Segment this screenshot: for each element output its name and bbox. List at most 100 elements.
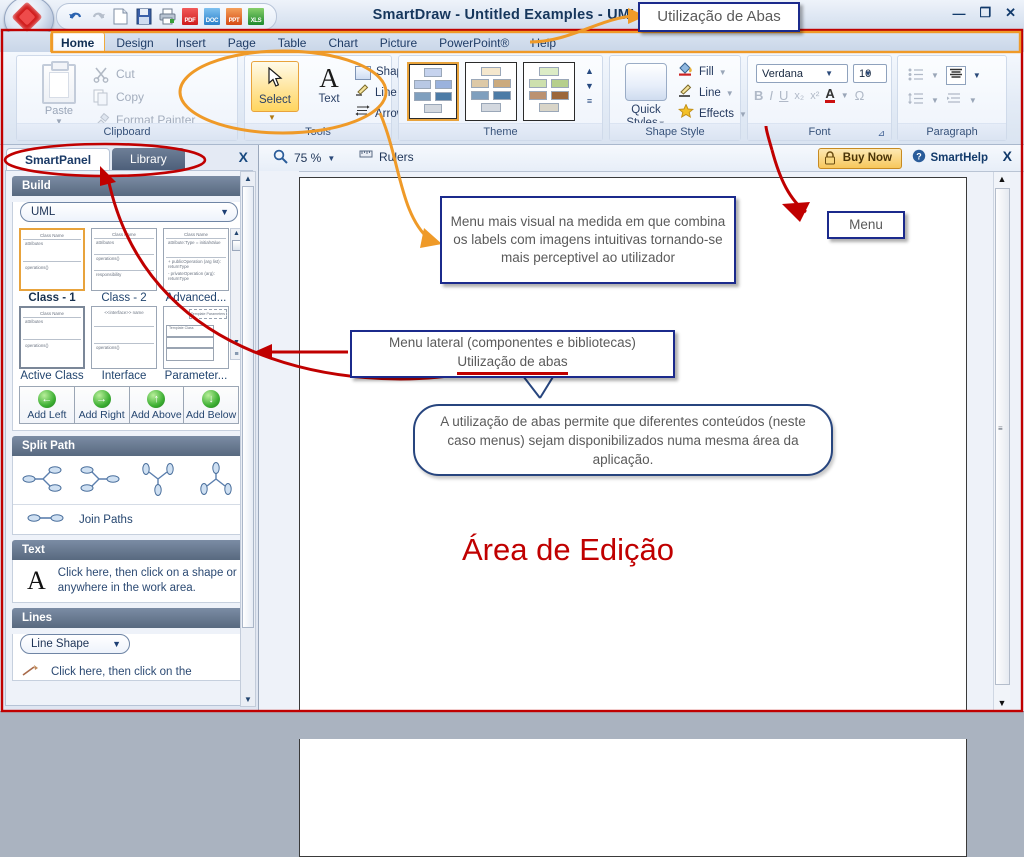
diagram-category-select[interactable]: UML ▼ <box>20 202 238 222</box>
split-path-icon-2[interactable] <box>79 462 121 499</box>
add-below-button[interactable]: ↓ Add Below <box>184 387 238 423</box>
fill-dropdown[interactable]: Fill ▼ <box>678 61 747 83</box>
smarthelp-label: SmartHelp <box>930 151 988 164</box>
bullet-list-icon[interactable] <box>908 68 924 84</box>
theme-more-icon[interactable]: ≡ <box>583 94 596 109</box>
shape-item-parameterized[interactable]: Template Parameters Template Class Param… <box>163 306 229 382</box>
export-pdf-icon[interactable]: PDF <box>182 8 198 25</box>
theme-scroll-up-icon[interactable]: ▲ <box>583 64 596 79</box>
thumb-line: attribute:Type = initialValue <box>166 239 226 258</box>
rulers-toggle[interactable]: Rulers <box>359 149 414 165</box>
tab-insert[interactable]: Insert <box>165 32 217 52</box>
minimize-button[interactable]: — <box>952 6 965 21</box>
subscript-button[interactable]: x₂ <box>794 90 804 102</box>
chevron-down-icon[interactable]: ▼ <box>931 71 939 80</box>
line-style-dropdown[interactable]: Line ▼ <box>678 83 747 104</box>
indent-icon[interactable] <box>946 92 962 108</box>
buy-now-button[interactable]: Buy Now <box>817 148 902 169</box>
font-dialog-launcher-icon[interactable]: ⊿ <box>877 128 885 139</box>
scroll-down-icon[interactable]: ▼ <box>994 696 1010 711</box>
superscript-button[interactable]: x² <box>810 90 819 102</box>
scroll-thumb[interactable] <box>995 188 1010 685</box>
line-spacing-icon[interactable] <box>908 92 924 108</box>
tab-picture[interactable]: Picture <box>369 32 428 52</box>
redo-icon[interactable] <box>90 8 107 25</box>
tab-design[interactable]: Design <box>105 32 164 52</box>
scroll-up-icon[interactable]: ▲ <box>241 172 255 185</box>
font-size-select[interactable]: 10 ▼ <box>853 64 887 83</box>
tab-home[interactable]: Home <box>50 32 106 52</box>
theme-swatch-blue[interactable] <box>407 62 459 121</box>
chevron-down-icon[interactable]: ▼ <box>973 71 981 80</box>
tab-powerpoint[interactable]: PowerPoint® <box>428 32 520 52</box>
scroll-up-icon[interactable]: ▲ <box>994 172 1010 187</box>
cut-button[interactable]: Cut <box>93 64 135 85</box>
align-icon[interactable] <box>945 66 966 85</box>
text-tool-button[interactable]: A Text <box>305 61 353 105</box>
print-icon[interactable] <box>159 8 176 25</box>
split-path-icon-3[interactable] <box>137 462 179 499</box>
undo-icon[interactable] <box>67 8 84 25</box>
save-icon[interactable] <box>136 8 153 25</box>
restore-button[interactable]: ❐ <box>979 5 991 21</box>
scroll-down-icon[interactable]: ▼ <box>241 693 255 706</box>
split-path-icon-4[interactable] <box>195 461 237 499</box>
export-xls-icon[interactable]: XLS <box>248 8 264 25</box>
zoom-control[interactable]: 75 % ▼ <box>273 149 335 167</box>
tab-smartpanel[interactable]: SmartPanel <box>6 148 111 171</box>
copy-button[interactable]: Copy <box>93 87 144 108</box>
font-family-select[interactable]: Verdana ▼ <box>756 64 848 83</box>
theme-swatch-green[interactable] <box>523 62 575 121</box>
select-tool-button[interactable]: Select <box>251 61 299 112</box>
quick-styles-button[interactable]: Quick Styles▼ <box>618 61 674 130</box>
line-tool-row[interactable]: Click here, then click on the <box>13 660 245 680</box>
text-tool-row[interactable]: A Click here, then click on a shape or a… <box>13 560 245 602</box>
chevron-down-icon[interactable]: ▼ <box>327 154 335 163</box>
ribbon-group-paragraph: ▼ ▼ ▼ ▼ Paragraph <box>897 55 1007 141</box>
shape-item-advanced[interactable]: Class Name attribute:Type = initialValue… <box>163 228 229 304</box>
new-document-icon[interactable] <box>113 8 130 25</box>
add-left-button[interactable]: ← Add Left <box>20 387 75 423</box>
font-family-value: Verdana <box>762 68 803 80</box>
tab-help[interactable]: Help <box>520 32 567 52</box>
thumb-line: operations() <box>25 343 49 348</box>
join-paths-button[interactable]: Join Paths <box>13 505 245 534</box>
tab-page[interactable]: Page <box>217 32 267 52</box>
symbol-button[interactable]: Ω <box>855 88 865 103</box>
select-chevron-down-icon[interactable]: ▼ <box>268 113 276 122</box>
add-above-button[interactable]: ↑ Add Above <box>129 387 185 423</box>
canvas-help-close-button[interactable]: X <box>1003 148 1012 164</box>
document-page[interactable] <box>299 177 967 857</box>
bold-button[interactable]: B <box>754 88 763 103</box>
shape-item-class-2[interactable]: Class Name attributes operations() respo… <box>91 228 157 304</box>
shape-item-interface[interactable]: <<interface>> name operations() Interfac… <box>91 306 157 382</box>
sidebar-close-button[interactable]: X <box>239 149 248 165</box>
effects-dropdown[interactable]: Effects ▼ <box>677 102 747 125</box>
sidebar-scrollbar[interactable]: ▲ ▼ <box>240 171 256 707</box>
chevron-down-icon[interactable]: ▼ <box>931 96 939 105</box>
add-right-button[interactable]: → Add Right <box>74 387 130 423</box>
theme-swatch-tan[interactable] <box>465 62 517 121</box>
tab-chart[interactable]: Chart <box>317 32 368 52</box>
close-button[interactable]: ✕ <box>1005 5 1016 21</box>
italic-button[interactable]: I <box>769 88 773 103</box>
chevron-down-icon[interactable]: ▼ <box>841 91 849 100</box>
font-color-button[interactable]: A <box>825 87 835 103</box>
canvas-vertical-scrollbar[interactable]: ▲ ≡ ▼ <box>993 172 1010 711</box>
shape-item-active-class[interactable]: Class Name attributes operations() Activ… <box>19 306 85 382</box>
tab-table[interactable]: Table <box>267 32 318 52</box>
shape-thumb: Template Parameters Template Class <box>163 306 229 369</box>
smarthelp-button[interactable]: ? SmartHelp <box>912 149 988 166</box>
underline-button[interactable]: U <box>779 88 788 103</box>
split-path-icon-1[interactable] <box>21 462 63 499</box>
export-doc-icon[interactable]: DOC <box>204 8 220 25</box>
export-ppt-icon[interactable]: PPT <box>226 8 242 25</box>
theme-scroll-buttons[interactable]: ▲ ▼ ≡ <box>583 64 596 109</box>
shape-item-class-1[interactable]: Class Name attributes operations() Class… <box>19 228 85 304</box>
paste-button[interactable]: Paste ▼ <box>29 61 89 126</box>
line-shape-select[interactable]: Line Shape ▼ <box>20 634 130 654</box>
theme-scroll-down-icon[interactable]: ▼ <box>583 79 596 94</box>
tab-library[interactable]: Library <box>112 148 185 170</box>
scroll-thumb[interactable] <box>242 186 254 628</box>
chevron-down-icon[interactable]: ▼ <box>969 96 977 105</box>
